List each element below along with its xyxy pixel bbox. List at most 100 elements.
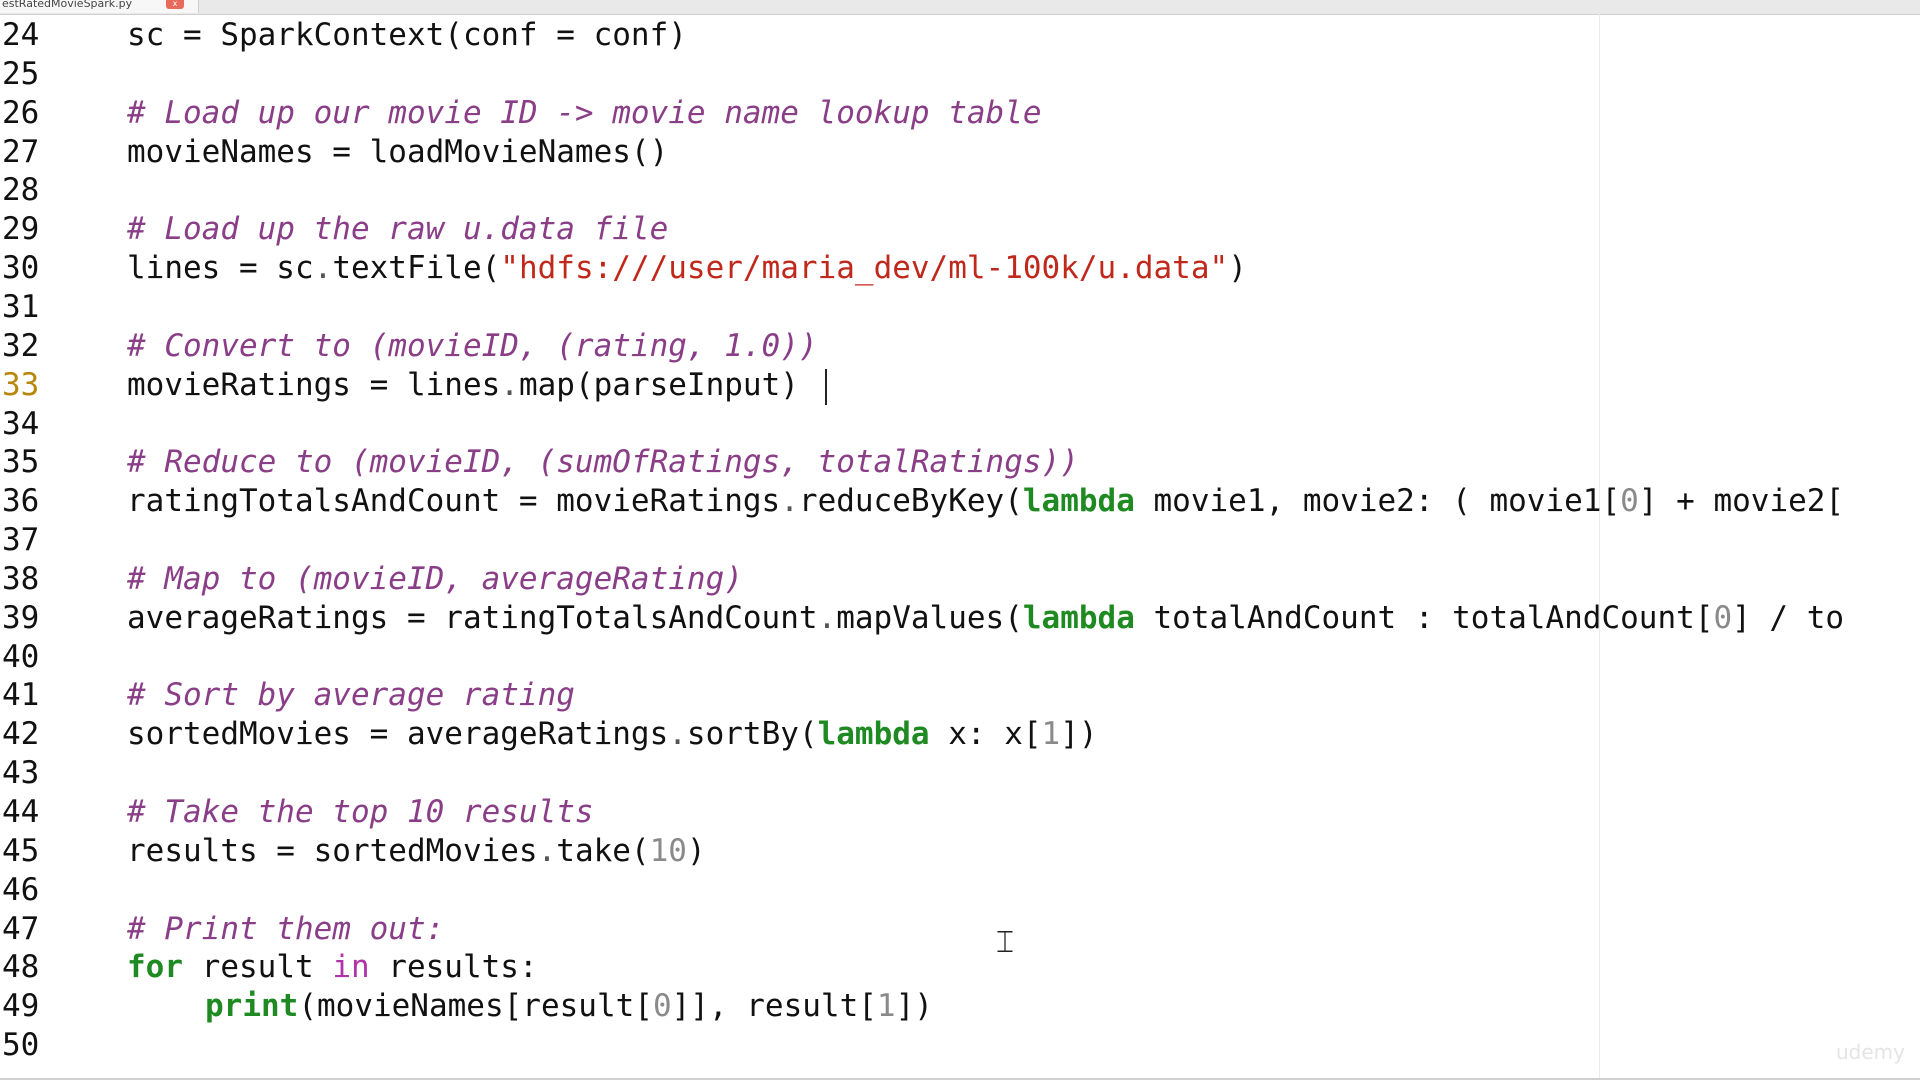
code-token: sortedMovies = averageRatings [127,716,669,753]
code-text: sortedMovies = averageRatings.sortBy(lam… [127,715,1098,753]
code-token: movieNames = loadMovieNames() [127,133,669,170]
code-token: . [537,832,557,869]
code-line: 28 [0,171,1920,209]
code-line: 39 averageRatings = ratingTotalsAndCount.… [0,599,1920,637]
code-line: 36 ratingTotalsAndCount = movieRatings.re… [0,482,1920,520]
code-token: totalAndCount : totalAndCount[ [1134,599,1714,636]
code-text: # Print them out: [127,910,444,948]
code-token: lines = sc [127,250,314,287]
code-line: 47 # Print them out: [0,910,1920,948]
code-text: lines = sc.textFile("hdfs:///user/maria_… [127,249,1247,287]
line-number: 24 [2,17,40,53]
code-token: reduceByKey( [798,483,1023,520]
code-token: lambda [817,716,930,753]
code-text: # Take the top 10 results [127,793,594,831]
code-text: results = sortedMovies.take(10) [127,832,706,870]
line-number: 48 [2,949,40,986]
tab-bar: estRatedMovieSpark.py x [0,0,1920,15]
code-token: ) [686,832,706,869]
code-text: averageRatings = ratingTotalsAndCount.ma… [127,599,1844,637]
code-token: # Load up our movie ID -> movie name loo… [127,94,1042,131]
code-token: results = sortedMovies [127,832,538,869]
line-number: 25 [2,55,40,92]
code-line: 32 # Convert to (movieID, (rating, 1.0)) [0,327,1920,365]
line-number: 28 [2,172,40,209]
code-token: # Print them out: [127,910,445,947]
line-number: 36 [2,483,40,520]
code-token: map(parseInput) [518,366,799,403]
code-text: print(movieNames[result[0]], result[1]) [205,987,933,1025]
line-number: 38 [2,560,40,597]
line-number: 37 [2,522,40,559]
code-token: for [127,949,183,986]
code-token: 0 [652,988,672,1025]
code-text: # Load up our movie ID -> movie name loo… [127,94,1042,132]
code-token: (movieNames[result[ [298,988,653,1025]
close-tab-icon[interactable]: x [166,0,184,9]
code-token: # Load up the raw u.data file [127,211,669,248]
code-token: ratingTotalsAndCount = movieRatings [127,483,781,520]
code-line: 24 sc = SparkContext(conf = conf) [0,16,1920,54]
code-token: lambda [1022,483,1135,520]
code-token: "hdfs:///user/maria_dev/ml-100k/u.data" [500,250,1229,287]
code-token: . [500,366,519,403]
code-text: # Map to (movieID, averageRating) [127,560,743,598]
code-token: ] / to [1732,599,1845,636]
code-token: 1 [876,988,896,1025]
line-number: 29 [2,211,40,248]
code-token: ] + movie2[ [1638,483,1845,520]
code-token: print [205,988,299,1025]
ibeam-cursor-icon: ⌶ [996,925,1014,960]
code-token: result [183,949,333,986]
code-token: movieRatings = lines [127,366,501,403]
code-token: # Map to (movieID, averageRating) [127,560,743,597]
line-number: 31 [2,288,40,325]
code-text: # Load up the raw u.data file [127,210,668,248]
code-token: take( [556,832,650,869]
code-line: 41 # Sort by average rating [0,676,1920,714]
code-token: # Reduce to (movieID, (sumOfRatings, tot… [127,444,1079,481]
file-tab-title: estRatedMovieSpark.py [2,0,133,10]
line-number: 50 [2,1027,40,1064]
line-number: 41 [2,677,40,714]
code-text: # Sort by average rating [127,676,575,714]
code-token: textFile( [332,250,501,287]
code-area[interactable]: 24 sc = SparkContext(conf = conf) 25 26 # Lo… [0,14,1920,1078]
text-caret [825,369,827,405]
code-token: ]) [1060,716,1098,753]
code-text: movieNames = loadMovieNames() [127,133,668,171]
code-token: # Take the top 10 results [127,794,594,830]
code-token: 0 [1620,483,1639,520]
code-token: 0 [1713,599,1733,636]
code-line: 26 # Load up our movie ID -> movie name l… [0,94,1920,132]
code-line: 31 [0,288,1920,326]
code-token: ) [1228,250,1247,287]
watermark: udemy [1836,1040,1905,1064]
code-line: 37 [0,521,1920,559]
code-line: 45 results = sortedMovies.take(10) [0,832,1920,870]
code-token: ]) [895,988,933,1025]
code-line: 29 # Load up the raw u.data file [0,210,1920,248]
code-line: 48 for result in results: [0,948,1920,986]
code-token: . [313,250,333,287]
line-number: 33 [2,366,40,403]
code-line: 33 movieRatings = lines.map(parseInput) [0,366,1920,404]
code-line: 34 [0,405,1920,443]
code-text: # Reduce to (movieID, (sumOfRatings, tot… [127,443,1079,481]
line-number: 34 [2,405,40,442]
code-line: 49 print(movieNames[result[0]], result[1]… [0,987,1920,1025]
code-line: 44 # Take the top 10 results [0,793,1920,831]
code-token: averageRatings = ratingTotalsAndCount [127,599,818,636]
line-number: 42 [2,716,40,753]
line-number: 46 [2,871,40,908]
line-number: 47 [2,910,40,947]
line-number: 26 [2,94,40,131]
code-token: . [668,716,687,753]
code-text: ratingTotalsAndCount = movieRatings.redu… [127,482,1844,520]
code-token: results: [369,949,538,986]
file-tab[interactable]: estRatedMovieSpark.py x [0,0,199,13]
code-token: # Sort by average rating [127,677,575,714]
line-number: 43 [2,755,40,792]
code-line: 25 [0,55,1920,93]
code-text: sc = SparkContext(conf = conf) [127,16,687,54]
